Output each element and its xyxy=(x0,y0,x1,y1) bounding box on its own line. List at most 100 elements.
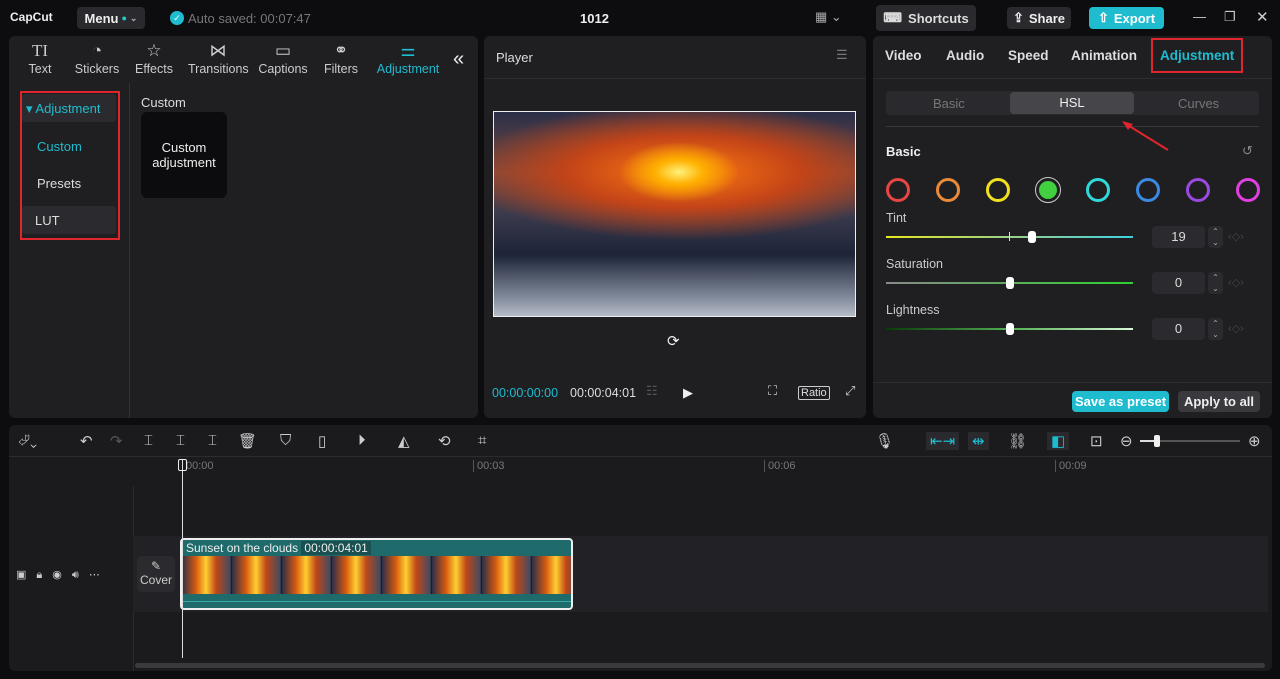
reset-icon[interactable]: ↺ xyxy=(1242,143,1253,159)
clip-thumbnails xyxy=(182,556,571,594)
save-as-preset-button[interactable]: Save as preset xyxy=(1072,391,1169,412)
select-tool-icon[interactable]: ⮰⌄ xyxy=(18,432,37,449)
tool-filters[interactable]: ⚭ Filters xyxy=(311,40,371,76)
rotate-icon[interactable]: ⟲ xyxy=(438,432,451,450)
tab-video[interactable]: Video xyxy=(885,48,922,63)
delete-icon[interactable]: 🗑 xyxy=(238,432,257,450)
tint-slider-handle[interactable] xyxy=(1027,231,1036,243)
tool-adjustment[interactable]: ⚌ Adjustment xyxy=(372,40,444,76)
saturation-label: Saturation xyxy=(886,257,943,271)
saturation-stepper[interactable]: ⌃ ⌄ xyxy=(1208,272,1223,294)
ratio-button[interactable]: Ratio xyxy=(798,386,830,400)
horizontal-scrollbar[interactable] xyxy=(135,663,1265,668)
player-menu-icon[interactable]: ☰ xyxy=(836,47,848,63)
tool-captions[interactable]: ▭ Captions xyxy=(253,40,313,76)
split-icon[interactable]: ⌶ xyxy=(144,432,153,449)
tool-text[interactable]: TI Text xyxy=(10,40,70,76)
lightness-label: Lightness xyxy=(886,303,940,317)
track-video-icon[interactable]: ▣ xyxy=(16,569,36,581)
eye-icon[interactable]: ◉ xyxy=(52,569,72,581)
keyframe-icon[interactable]: ‹◇› xyxy=(1228,322,1244,335)
lightness-slider-handle[interactable] xyxy=(1005,323,1014,335)
lightness-value-input[interactable]: 0 xyxy=(1152,318,1205,340)
hue-swatch[interactable] xyxy=(1035,177,1061,203)
hue-swatch[interactable] xyxy=(986,178,1010,202)
waveform-icon[interactable]: ☷ xyxy=(646,383,658,399)
collapse-panel-button[interactable]: « xyxy=(453,48,464,71)
video-clip[interactable]: Sunset on the clouds 00:00:04:01 xyxy=(180,538,573,610)
hue-swatch[interactable] xyxy=(936,178,960,202)
redo-icon[interactable]: ↷ xyxy=(110,432,123,450)
highlight-box xyxy=(20,91,120,240)
tab-audio[interactable]: Audio xyxy=(946,48,984,63)
shortcuts-button[interactable]: ⌨ Shortcuts xyxy=(876,5,976,31)
reverse-icon[interactable]: ⏵ xyxy=(358,432,366,449)
hue-swatch[interactable] xyxy=(1136,178,1160,202)
subtab-hsl[interactable]: HSL xyxy=(1010,92,1134,114)
tool-stickers[interactable]: ◔ Stickers xyxy=(67,40,127,76)
video-preview[interactable] xyxy=(493,111,856,317)
clip-duration: 00:00:04:01 xyxy=(301,541,371,555)
mirror-icon[interactable]: ◭ xyxy=(398,432,410,450)
apply-to-all-button[interactable]: Apply to all xyxy=(1178,391,1260,412)
keyframe-icon[interactable]: ‹◇› xyxy=(1228,230,1244,243)
chain-icon[interactable]: ⛓ xyxy=(1008,432,1027,450)
cover-button[interactable]: ✎ Cover xyxy=(137,556,175,592)
zoom-fit-icon[interactable]: ⊡ xyxy=(1090,432,1103,450)
split-left-icon[interactable]: ⌶ xyxy=(176,432,185,449)
hue-swatch[interactable] xyxy=(1086,178,1110,202)
preview-axis-icon[interactable]: ◧ xyxy=(1047,432,1070,450)
freeze-icon[interactable]: ▯ xyxy=(318,432,326,450)
marker-icon[interactable]: ⛉ xyxy=(280,432,291,449)
rotate-icon[interactable]: ⟳ xyxy=(667,332,680,350)
tab-animation[interactable]: Animation xyxy=(1071,48,1137,63)
saturation-slider-handle[interactable] xyxy=(1005,277,1014,289)
hue-swatch[interactable] xyxy=(1236,178,1260,202)
link-icon[interactable]: ⇹ xyxy=(968,432,989,450)
audio-icon[interactable]: 🔊︎ xyxy=(72,569,89,581)
playhead-handle[interactable] xyxy=(178,459,187,471)
magnet-icon[interactable]: ⇤⇥ xyxy=(926,432,960,450)
undo-icon[interactable]: ↶ xyxy=(80,432,93,450)
minimize-button[interactable]: — xyxy=(1193,9,1206,24)
hue-swatch[interactable] xyxy=(886,178,910,202)
zoom-slider[interactable] xyxy=(1140,435,1240,447)
lightness-stepper[interactable]: ⌃ ⌄ xyxy=(1208,318,1223,340)
tint-label: Tint xyxy=(886,211,907,225)
share-button[interactable]: ⇪ Share xyxy=(1007,7,1071,29)
timeline-tick: 00:03 xyxy=(473,460,505,472)
more-icon[interactable]: ⋯ xyxy=(89,569,110,581)
project-title: 1012 xyxy=(580,11,609,26)
fit-icon[interactable]: ⛶ xyxy=(768,383,777,399)
play-button[interactable]: ▶ xyxy=(683,385,693,401)
split-right-icon[interactable]: ⌶ xyxy=(208,432,217,449)
tool-effects[interactable]: ☆ Effects xyxy=(124,40,184,76)
timeline-tick: 00:09 xyxy=(1055,460,1087,472)
export-button[interactable]: ⇧ Export xyxy=(1089,7,1164,29)
subtab-curves[interactable]: Curves xyxy=(1178,96,1219,111)
crop-icon[interactable]: ⌗ xyxy=(478,432,486,449)
export-icon: ⇧ xyxy=(1097,10,1109,25)
maximize-button[interactable]: ❐ xyxy=(1224,9,1236,25)
section-title: Custom xyxy=(141,95,186,110)
playhead[interactable] xyxy=(182,460,183,658)
hue-swatch[interactable] xyxy=(1186,178,1210,202)
tint-stepper[interactable]: ⌃ ⌄ xyxy=(1208,226,1223,248)
saturation-value-input[interactable]: 0 xyxy=(1152,272,1205,294)
tint-value-input[interactable]: 19 xyxy=(1152,226,1205,248)
tool-transitions[interactable]: ⋈ Transitions xyxy=(188,40,249,76)
filters-icon: ⚭ xyxy=(333,41,349,60)
close-button[interactable]: ✕ xyxy=(1256,8,1269,26)
zoom-out-icon[interactable]: ⊖ xyxy=(1120,432,1133,450)
zoom-in-icon[interactable]: ⊕ xyxy=(1248,432,1261,450)
tab-speed[interactable]: Speed xyxy=(1008,48,1049,63)
fullscreen-icon[interactable]: ⤢ xyxy=(845,383,855,399)
adjustment-icon: ⚌ xyxy=(400,41,416,60)
subtab-basic[interactable]: Basic xyxy=(933,96,965,111)
keyframe-icon[interactable]: ‹◇› xyxy=(1228,276,1244,289)
custom-adjustment-card[interactable]: Custom adjustment xyxy=(141,112,227,198)
menu-button[interactable]: Menu ● ⌄ xyxy=(77,7,145,29)
microphone-icon[interactable]: 🎙 xyxy=(875,432,894,450)
lock-icon[interactable]: 🔒︎ xyxy=(36,569,52,581)
layout-icon[interactable]: ▦ ⌄ xyxy=(815,9,842,25)
